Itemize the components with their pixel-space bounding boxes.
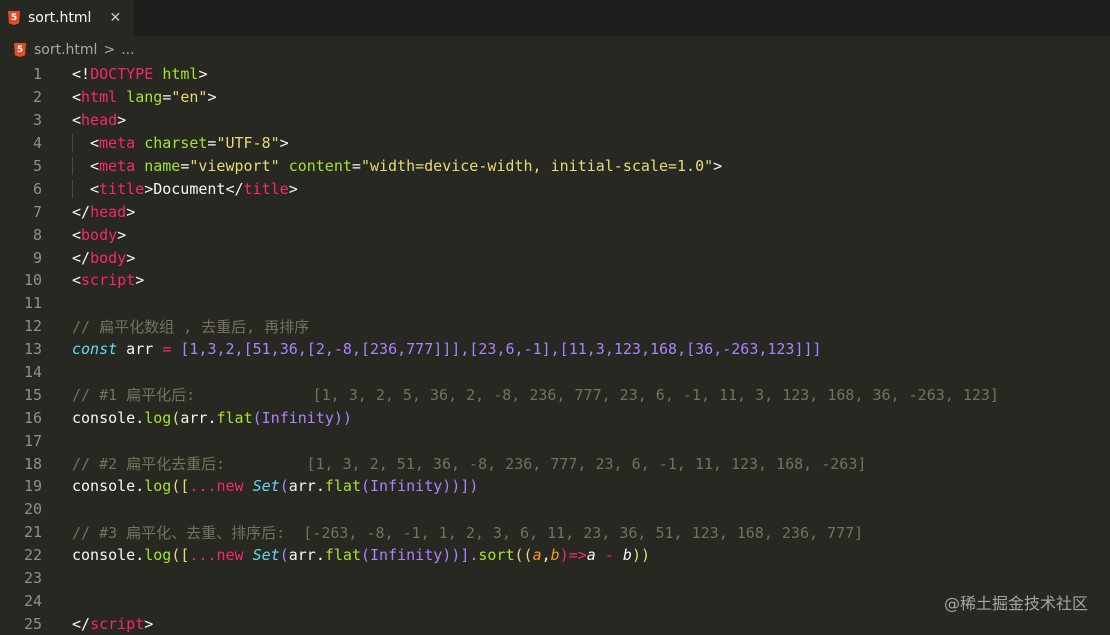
line-number: 2 <box>32 88 42 107</box>
line-number: 3 <box>32 111 42 130</box>
code-text: console.log([...new Set(arr.flat(Infinit… <box>72 546 650 565</box>
html5-icon: 5 <box>14 43 26 57</box>
code-text: console.log(arr.flat(Infinity)) <box>72 408 352 427</box>
line-number: 8 <box>32 225 42 244</box>
line-number: 18 <box>23 454 42 473</box>
code-line: 19 console.log([...new Set(arr.flat(Infin… <box>0 475 1110 498</box>
code-text: <html lang="en"> <box>72 88 217 107</box>
code-comment: // 扁平化数组 , 去重后, 再排序 <box>72 317 310 336</box>
watermark: @稀土掘金技术社区 <box>943 594 1088 613</box>
line-number: 10 <box>23 271 42 290</box>
code-text: </head> <box>72 202 136 221</box>
breadcrumb-separator: > <box>103 42 116 58</box>
code-text: <meta name="viewport" content="width=dev… <box>72 157 722 176</box>
code-text: <!DOCTYPE html> <box>72 65 208 84</box>
code-line: 12 // 扁平化数组 , 去重后, 再排序 <box>0 315 1110 338</box>
line-number: 14 <box>23 363 42 382</box>
line-number: 21 <box>23 523 42 542</box>
code-line: 14 <box>0 361 1110 384</box>
line-number: 13 <box>23 340 42 359</box>
code-line: 17 <box>0 429 1110 452</box>
code-text: <head> <box>72 111 127 130</box>
code-line: 18 // #2 扁平化去重后: [1, 3, 2, 51, 36, -8, 23… <box>0 452 1110 475</box>
code-line: 10 <script> <box>0 269 1110 292</box>
code-text: <script> <box>72 271 145 290</box>
code-text: <meta charset="UTF-8"> <box>72 134 289 153</box>
line-number: 25 <box>23 614 42 633</box>
line-number: 1 <box>32 65 42 84</box>
indent-guide <box>72 180 90 199</box>
line-number: 6 <box>32 179 42 198</box>
line-number: 4 <box>32 134 42 153</box>
code-line: 13 const arr = [1,3,2,[51,36,[2,-8,[236,7… <box>0 338 1110 361</box>
breadcrumb: 5 sort.html > ... <box>0 36 1110 64</box>
line-number: 22 <box>23 546 42 565</box>
code-line: 22 console.log([...new Set(arr.flat(Infin… <box>0 544 1110 567</box>
code-line: 20 <box>0 498 1110 521</box>
breadcrumb-file[interactable]: sort.html <box>34 42 97 58</box>
code-line: 11 <box>0 292 1110 315</box>
code-text: </script> <box>72 614 154 633</box>
line-number: 17 <box>23 431 42 450</box>
indent-guide <box>72 157 90 176</box>
code-line: 4 <meta charset="UTF-8"> <box>0 132 1110 155</box>
code-text: <body> <box>72 225 127 244</box>
code-line: 9 </body> <box>0 246 1110 269</box>
line-number: 9 <box>32 248 42 267</box>
line-number: 12 <box>23 317 42 336</box>
line-number: 19 <box>23 477 42 496</box>
code-line: 15 // #1 扁平化后: [1, 3, 2, 5, 36, 2, -8, 23… <box>0 383 1110 406</box>
code-line: 1 <!DOCTYPE html> <box>0 63 1110 86</box>
code-line: 7 </head> <box>0 200 1110 223</box>
code-editor[interactable]: 1 <!DOCTYPE html> 2 <html lang="en"> 3 <hea… <box>0 63 1110 635</box>
line-number: 20 <box>23 500 42 519</box>
line-number: 11 <box>23 294 42 313</box>
code-text: const arr = [1,3,2,[51,36,[2,-8,[236,777… <box>72 340 822 359</box>
line-number: 15 <box>23 385 42 404</box>
code-comment: // #2 扁平化去重后: [1, 3, 2, 51, 36, -8, 236,… <box>72 455 867 474</box>
line-number: 24 <box>23 591 42 610</box>
line-number: 16 <box>23 408 42 427</box>
code-text: console.log([...new Set(arr.flat(Infinit… <box>72 477 479 496</box>
code-line: 25 </script> <box>0 612 1110 635</box>
line-number: 7 <box>32 202 42 221</box>
close-icon[interactable]: ✕ <box>109 10 121 26</box>
tab-sort-html[interactable]: 5 sort.html ✕ <box>0 0 134 36</box>
code-text: <title>Document</title> <box>72 180 298 199</box>
line-number: 23 <box>23 569 42 588</box>
code-line: 3 <head> <box>0 109 1110 132</box>
code-line: 5 <meta name="viewport" content="width=de… <box>0 155 1110 178</box>
tab-label: sort.html <box>28 10 92 26</box>
tab-bar: 5 sort.html ✕ <box>0 0 1110 36</box>
html5-icon: 5 <box>8 11 20 25</box>
code-text: </body> <box>72 248 136 267</box>
code-line: 8 <body> <box>0 223 1110 246</box>
code-line: 23 <box>0 567 1110 590</box>
code-line: 16 console.log(arr.flat(Infinity)) <box>0 406 1110 429</box>
code-comment: // #1 扁平化后: [1, 3, 2, 5, 36, 2, -8, 236,… <box>72 386 999 405</box>
indent-guide <box>72 134 90 153</box>
line-number: 5 <box>32 157 42 175</box>
code-line: 2 <html lang="en"> <box>0 86 1110 109</box>
code-line: 21 // #3 扁平化、去重、排序后: [-263, -8, -1, 1, 2,… <box>0 521 1110 544</box>
code-line: 6 <title>Document</title> <box>0 177 1110 200</box>
code-comment: // #3 扁平化、去重、排序后: [-263, -8, -1, 1, 2, 3… <box>72 523 864 542</box>
breadcrumb-more[interactable]: ... <box>121 42 134 58</box>
